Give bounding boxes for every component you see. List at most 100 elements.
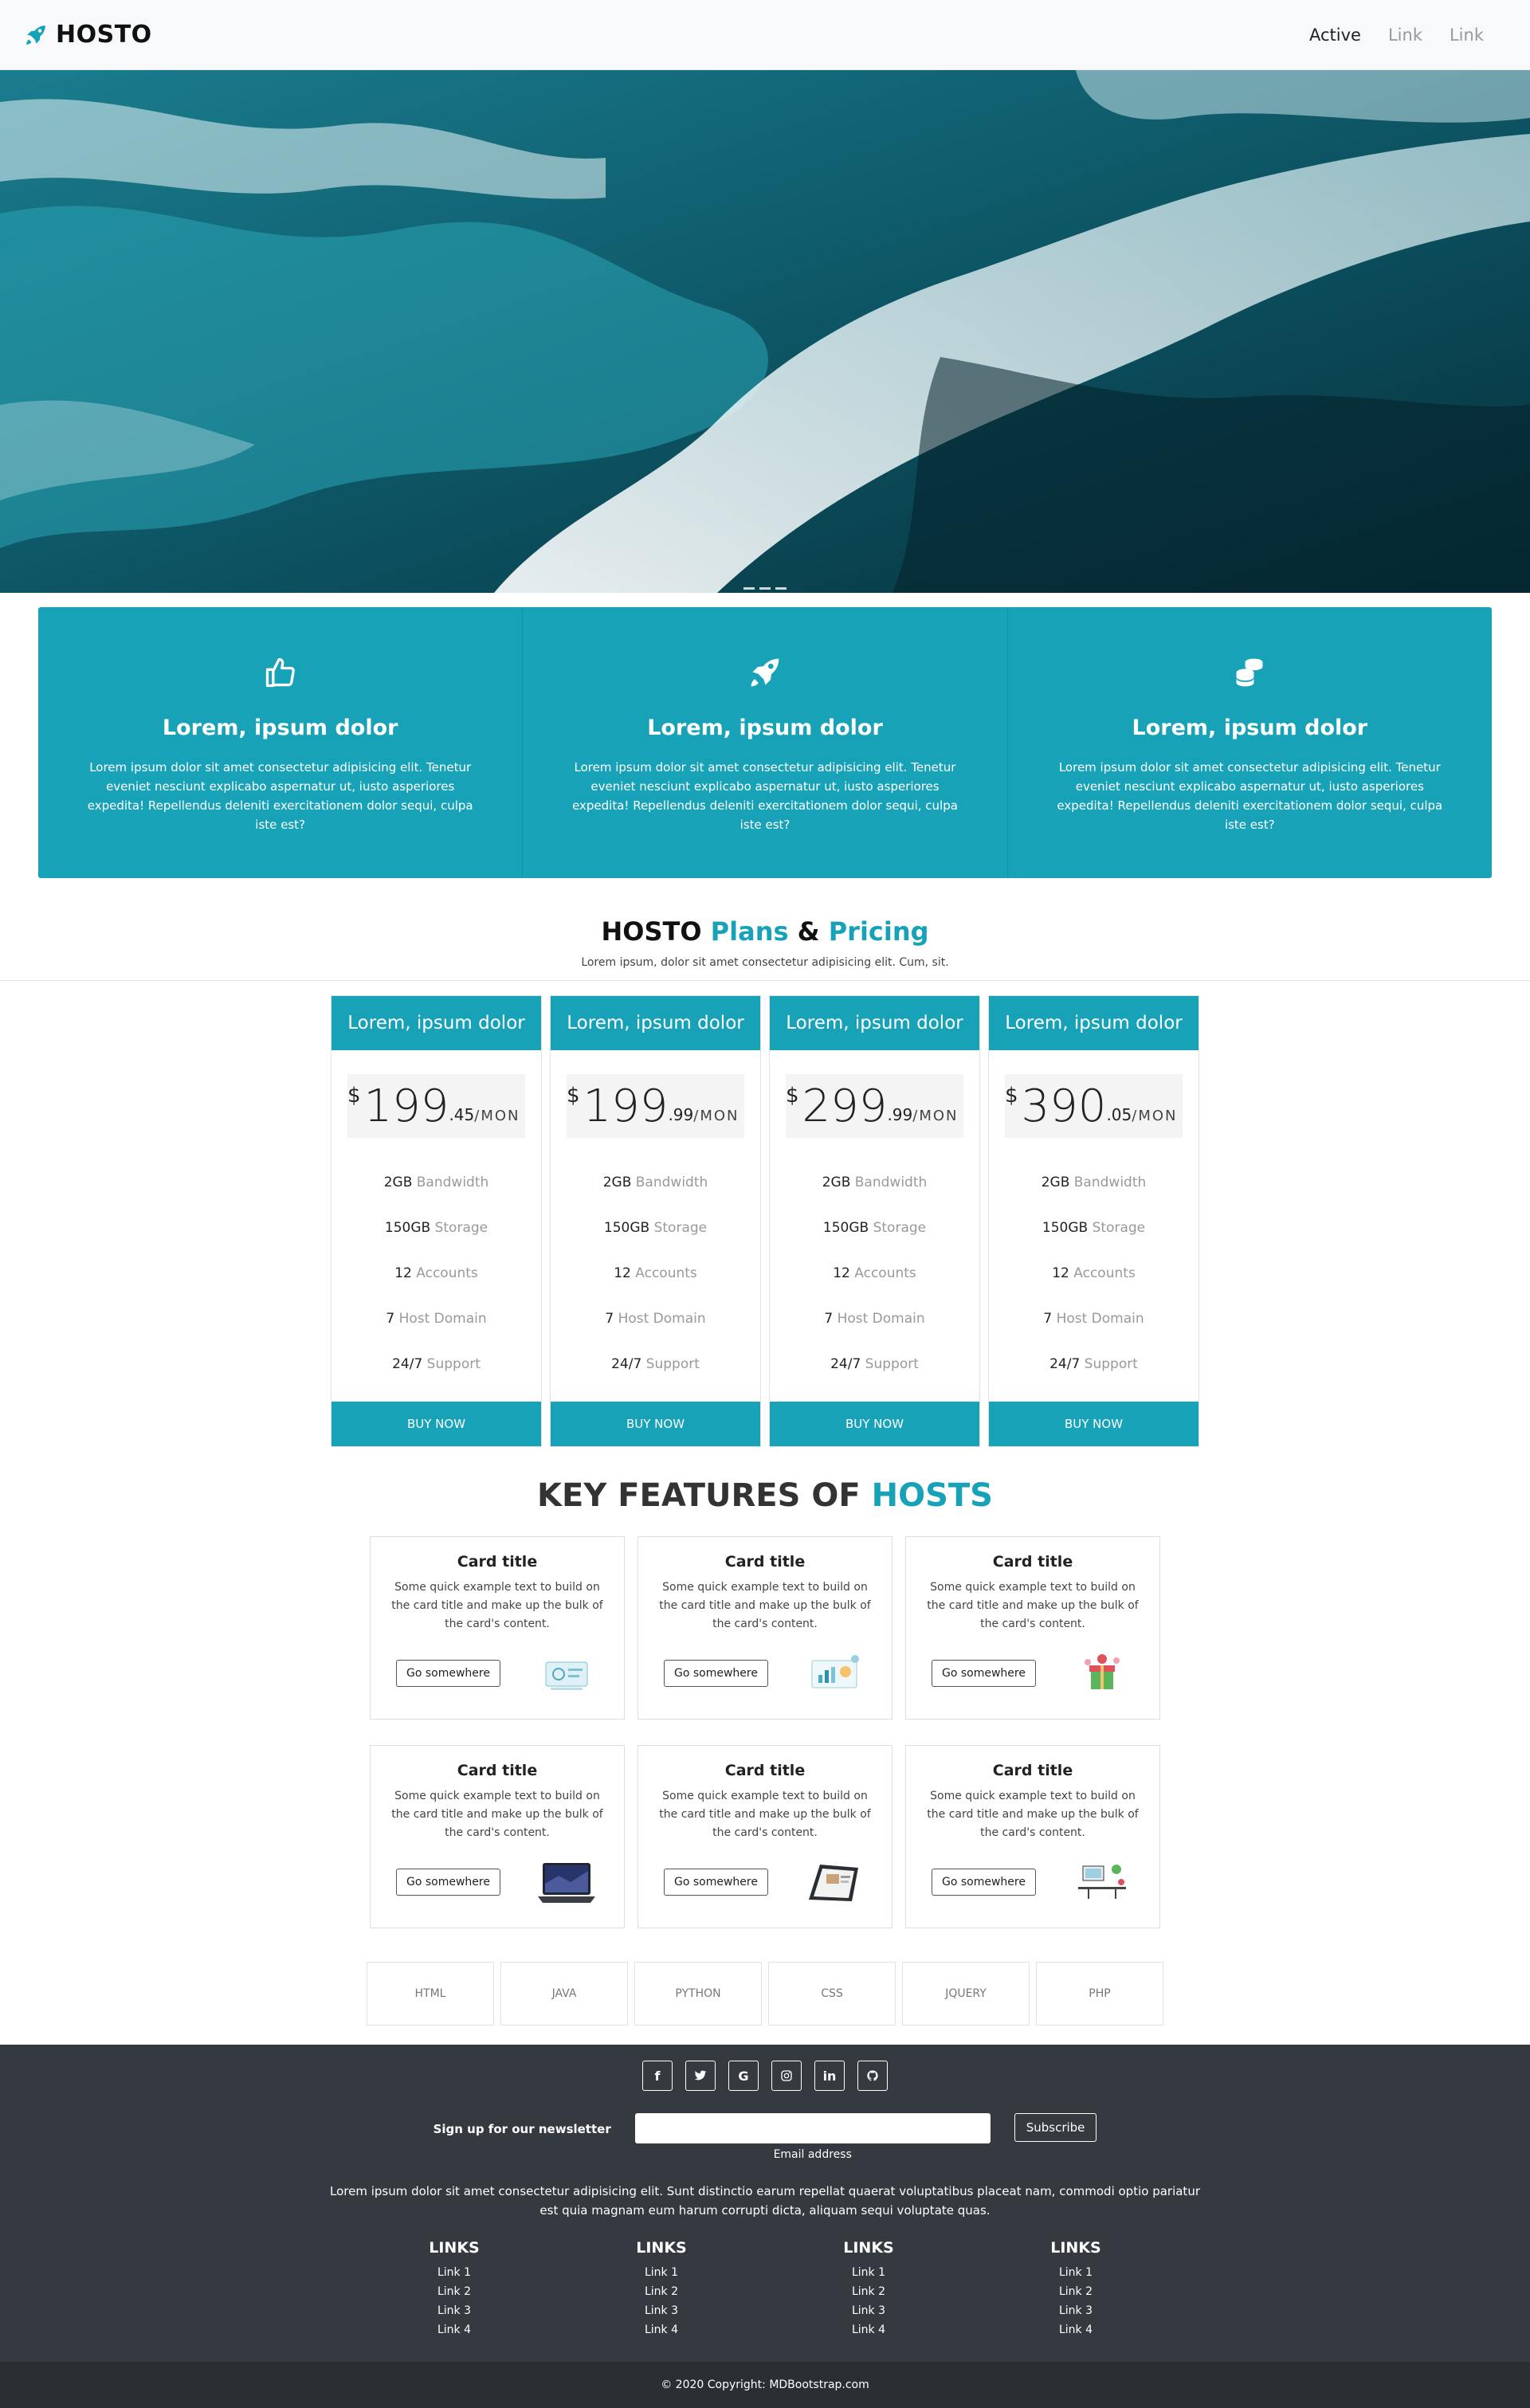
brand[interactable]: HOSTO [24,21,152,49]
buy-now-button[interactable]: BUY NOW [770,1402,979,1446]
go-somewhere-button[interactable]: Go somewhere [664,1869,768,1896]
google-icon[interactable]: G [728,2061,759,2091]
github-icon[interactable] [857,2061,888,2091]
price-card: Lorem, ipsum dolor $299.99/MON 2GB Bandwid… [769,995,980,1447]
rocket-icon [751,658,779,687]
footer-link[interactable]: Link 2 [821,2282,916,2301]
feature-card-footer: Go somewhere [906,1651,1159,1696]
feature-item: 150GB Storage [989,1206,1198,1251]
key-features-title-accent: HOSTS [871,1477,993,1514]
tech-item-php[interactable]: PHP [1036,1962,1163,2026]
buy-now-button[interactable]: BUY NOW [332,1402,541,1446]
price-period: /MON [474,1107,520,1124]
nav-link-2[interactable]: Link [1450,25,1484,45]
tech-item-css[interactable]: CSS [768,1962,896,2026]
footer-link[interactable]: Link 2 [1028,2282,1124,2301]
footer: f G in Sign up for our newsletter Email … [0,2045,1530,2362]
buy-now-button[interactable]: BUY NOW [989,1402,1198,1446]
feature-label: Host Domain [1052,1311,1144,1327]
feature-list: 2GB Bandwidth 150GB Storage 12 Accounts 7 H… [989,1138,1198,1402]
feature-value: 2GB [822,1175,851,1190]
footer-link[interactable]: Link 1 [406,2263,502,2282]
carousel-indicator[interactable] [775,587,787,590]
feature-label: Support [422,1356,481,1372]
go-somewhere-button[interactable]: Go somewhere [396,1660,500,1687]
footer-link[interactable]: Link 4 [1028,2320,1124,2339]
feature-value: 150GB [1042,1220,1089,1236]
analytics-illustration [811,1655,859,1688]
feature-item: 2GB Bandwidth [332,1160,541,1206]
footer-link[interactable]: Link 4 [406,2320,502,2339]
pricing-subtitle: Lorem ipsum, dolor sit amet consectetur … [581,956,949,969]
feature-item: 150GB Storage [770,1206,979,1251]
feature-card-title: Card title [992,1553,1073,1571]
price-card: Lorem, ipsum dolor $390.05/MON 2GB Bandwid… [988,995,1199,1447]
info-column: Lorem, ipsum dolor Lorem ipsum dolor sit… [523,607,1008,878]
feature-item: 12 Accounts [989,1251,1198,1296]
pricing-section: HOSTO Plans & Pricing Lorem ipsum, dolor… [0,916,1530,1447]
feature-item: 150GB Storage [551,1206,760,1251]
feature-value: 24/7 [1049,1356,1081,1372]
feature-item: 7 Host Domain [989,1296,1198,1342]
nav-link-1[interactable]: Link [1388,25,1422,45]
footer-link[interactable]: Link 4 [614,2320,709,2339]
feature-value: 2GB [602,1175,632,1190]
carousel-indicator[interactable] [759,587,771,590]
footer-link[interactable]: Link 3 [614,2301,709,2320]
feature-item: 7 Host Domain [332,1296,541,1342]
footer-links-title: LINKS [843,2239,894,2257]
nav-links: Active Link Link [1309,25,1484,45]
footer-links-column: LINKS Link 1 Link 2 Link 3 Link 4 [614,2239,709,2339]
feature-card: Card title Some quick example text to bui… [370,1745,625,1928]
pricing-title-plans: Plans [710,916,789,947]
email-field[interactable] [634,2113,991,2143]
footer-link[interactable]: Link 3 [1028,2301,1124,2320]
price-card-title: Lorem, ipsum dolor [770,996,979,1050]
feature-card-title: Card title [457,1553,538,1571]
feature-label: Accounts [630,1265,697,1281]
footer-link[interactable]: Link 3 [406,2301,502,2320]
feature-item: 24/7 Support [989,1342,1198,1387]
go-somewhere-button[interactable]: Go somewhere [932,1660,1036,1687]
tech-item-html[interactable]: HTML [367,1962,494,2026]
footer-link[interactable]: Link 1 [821,2263,916,2282]
feature-label: Bandwidth [412,1175,489,1190]
feature-label: Host Domain [833,1311,925,1327]
footer-link[interactable]: Link 2 [406,2282,502,2301]
feature-item: 150GB Storage [332,1206,541,1251]
feature-card-text: Some quick example text to build on the … [391,1790,603,1839]
linkedin-icon[interactable]: in [814,2061,845,2091]
footer-link[interactable]: Link 3 [821,2301,916,2320]
feature-label: Storage [649,1220,708,1236]
gift-illustration [1085,1654,1120,1689]
go-somewhere-button[interactable]: Go somewhere [664,1660,768,1687]
coins-icon [1236,658,1263,687]
feature-card-text: Some quick example text to build on the … [391,1581,603,1630]
footer-links-title: LINKS [429,2239,480,2257]
go-somewhere-button[interactable]: Go somewhere [932,1869,1036,1896]
footer-link[interactable]: Link 4 [821,2320,916,2339]
instagram-icon[interactable] [771,2061,802,2091]
subscribe-button[interactable]: Subscribe [1014,2113,1097,2142]
feature-value: 7 [386,1311,395,1327]
tech-item-jquery[interactable]: JQUERY [902,1962,1030,2026]
feature-item: 2GB Bandwidth [551,1160,760,1206]
feature-list: 2GB Bandwidth 150GB Storage 12 Accounts 7 H… [332,1138,541,1402]
price-card: Lorem, ipsum dolor $199.99/MON 2GB Bandwid… [550,995,761,1447]
facebook-icon[interactable]: f [642,2061,673,2091]
twitter-icon[interactable] [685,2061,716,2091]
price-period: /MON [693,1107,740,1124]
price-amount: 390 [1021,1080,1107,1132]
buy-now-button[interactable]: BUY NOW [551,1402,760,1446]
go-somewhere-button[interactable]: Go somewhere [396,1869,500,1896]
feature-item: 24/7 Support [770,1342,979,1387]
tech-item-python[interactable]: PYTHON [634,1962,762,2026]
footer-link[interactable]: Link 1 [1028,2263,1124,2282]
footer-link[interactable]: Link 1 [614,2263,709,2282]
footer-link[interactable]: Link 2 [614,2282,709,2301]
feature-card-title: Card title [992,1762,1073,1779]
nav-link-active[interactable]: Active [1309,25,1361,45]
feature-item: 12 Accounts [551,1251,760,1296]
carousel-indicator[interactable] [743,587,755,590]
tech-item-java[interactable]: JAVA [500,1962,628,2026]
